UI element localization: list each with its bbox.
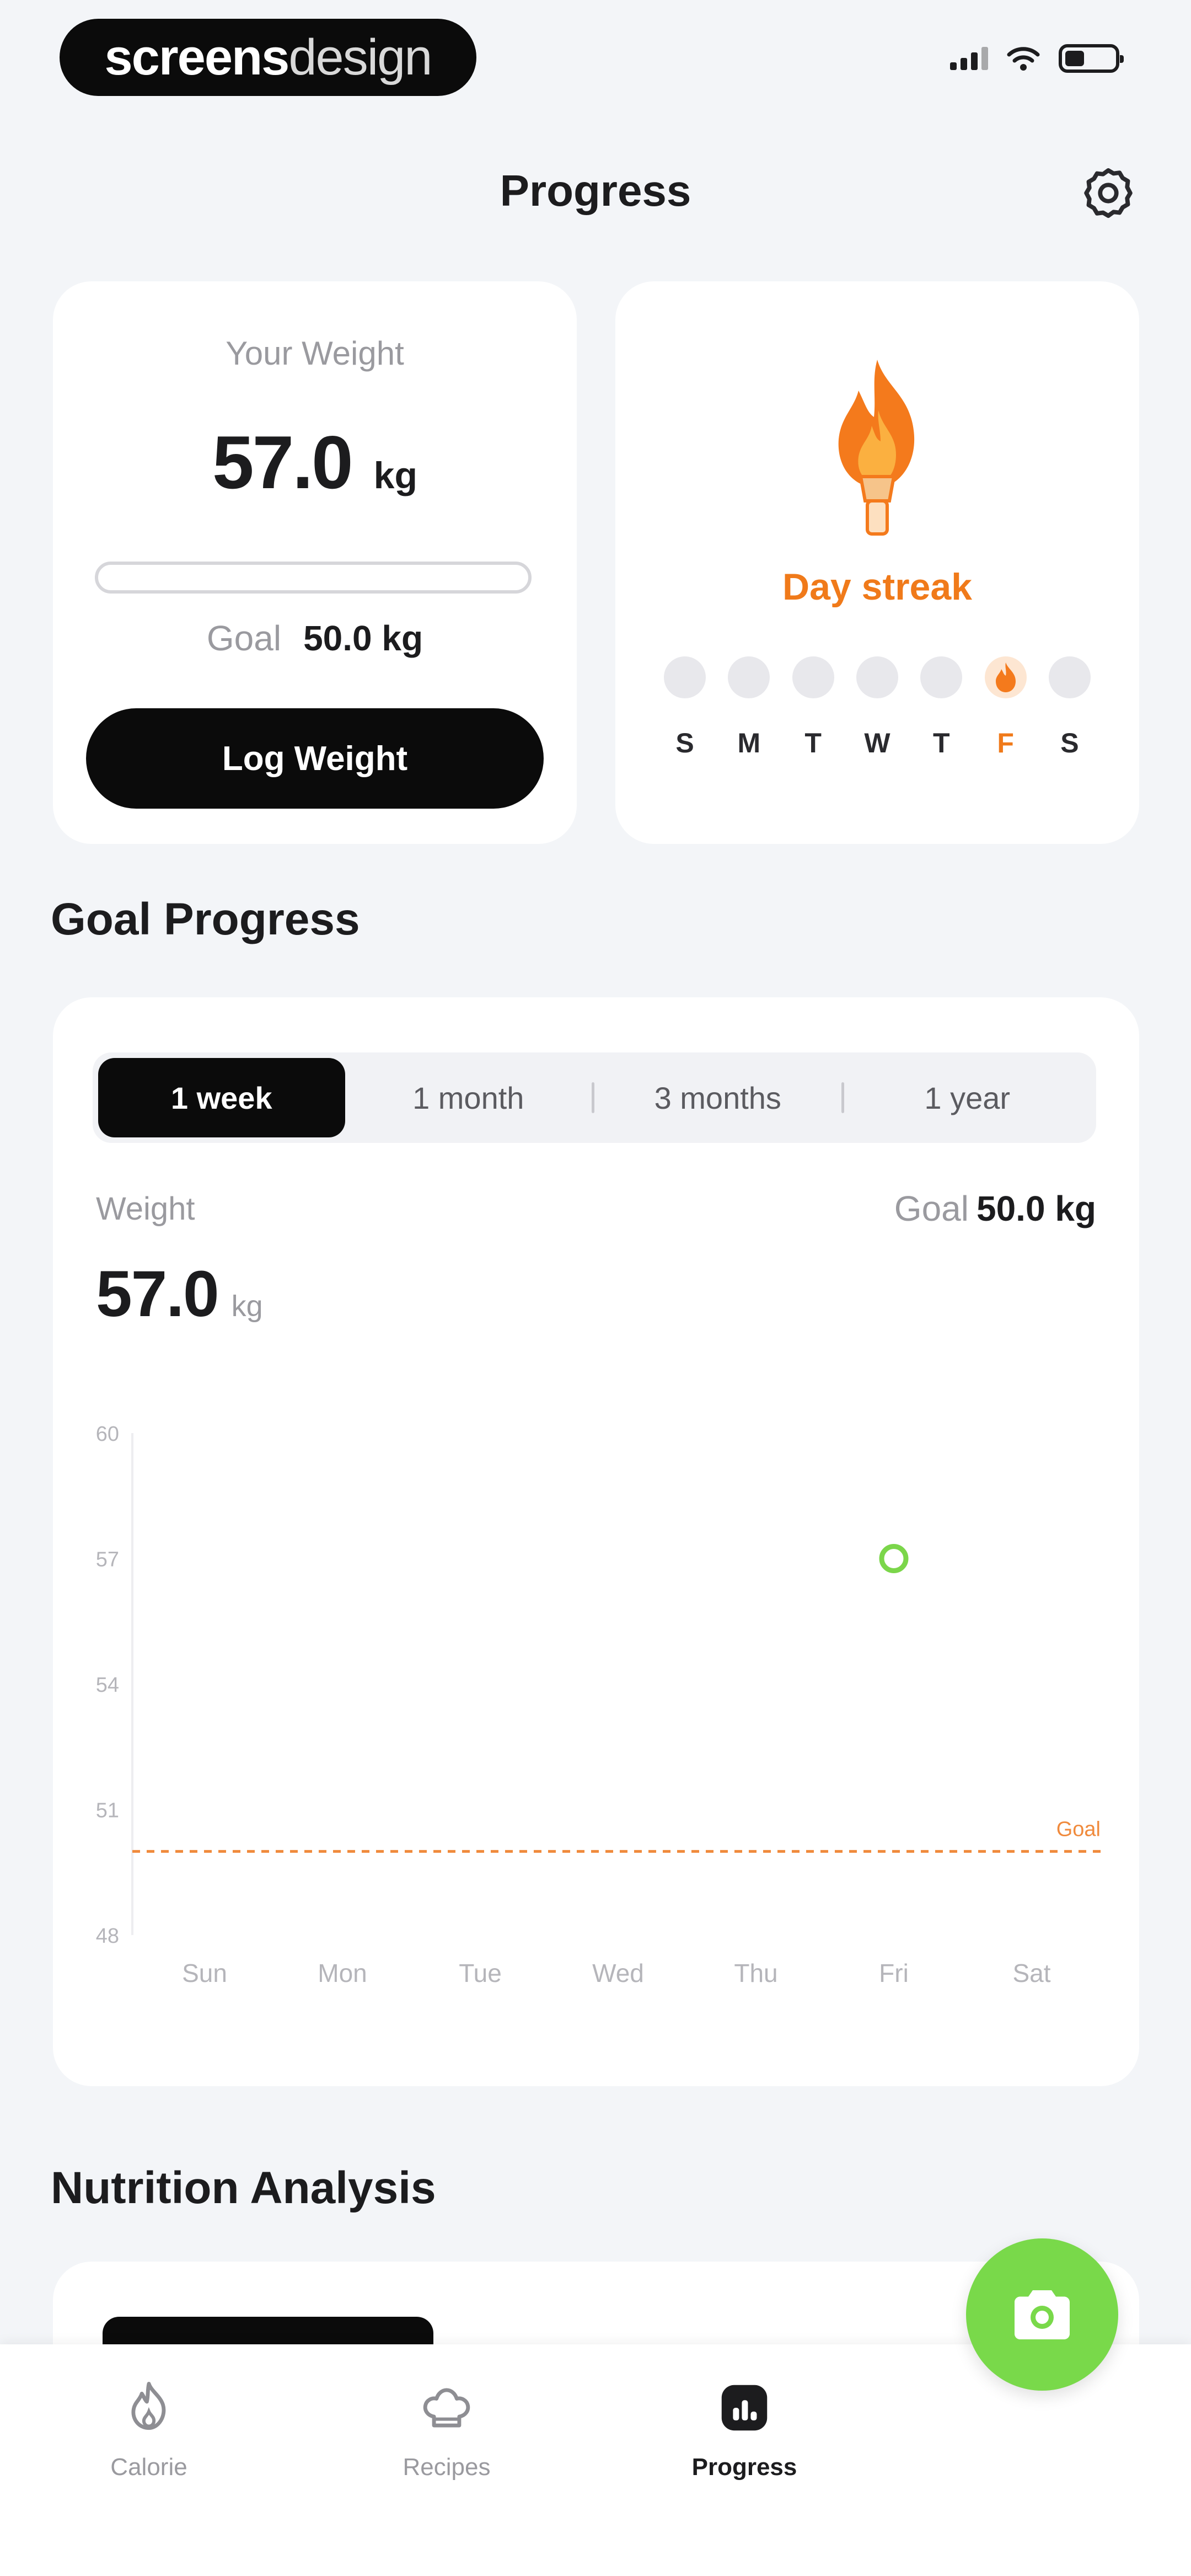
streak-day-active: F bbox=[983, 656, 1029, 759]
x-tick-label: Sun bbox=[182, 1959, 227, 1987]
chart-goal: Goal 50.0 kg bbox=[894, 1188, 1096, 1229]
tab-1-year[interactable]: 1 year bbox=[844, 1058, 1091, 1137]
y-tick-label: 51 bbox=[96, 1799, 119, 1823]
y-tick-label: 60 bbox=[96, 1423, 119, 1446]
goal-value: 50.0 kg bbox=[303, 618, 423, 658]
streak-day: S bbox=[662, 656, 708, 759]
nav-recipes[interactable]: Recipes bbox=[364, 2377, 529, 2481]
chef-hat-icon bbox=[423, 2388, 470, 2428]
streak-card: Day streak S M T W T F S bbox=[615, 281, 1139, 844]
y-tick-label: 54 bbox=[96, 1674, 119, 1697]
streak-day: S bbox=[1047, 656, 1093, 759]
streak-day: T bbox=[918, 656, 964, 759]
brand-watermark: screens design bbox=[60, 19, 476, 96]
nav-progress[interactable]: Progress bbox=[662, 2377, 827, 2481]
battery-icon bbox=[1059, 44, 1124, 73]
day-letter: M bbox=[737, 728, 761, 758]
tab-3-months[interactable]: 3 months bbox=[594, 1058, 841, 1137]
wifi-icon bbox=[1007, 47, 1040, 71]
day-dot bbox=[1048, 656, 1091, 698]
calorie-flame-icon bbox=[131, 2382, 166, 2430]
weight-progress-bar bbox=[95, 562, 532, 594]
chart-goal-value: 50.0 kg bbox=[976, 1189, 1096, 1228]
brand-text-light: design bbox=[288, 29, 432, 85]
day-dot bbox=[664, 656, 706, 698]
data-point bbox=[879, 1544, 909, 1573]
nutrition-analysis-title: Nutrition Analysis bbox=[51, 2163, 436, 2213]
day-letter: S bbox=[675, 728, 694, 758]
progress-screen: screens design Progress Your Weight 57.0 k… bbox=[0, 0, 1191, 2576]
day-dot bbox=[792, 656, 834, 698]
camera-icon bbox=[1015, 2290, 1070, 2339]
day-dot bbox=[728, 656, 770, 698]
streak-day: T bbox=[790, 656, 836, 759]
tab-1-week[interactable]: 1 week bbox=[98, 1058, 345, 1137]
brand-text-bold: screens bbox=[104, 29, 290, 85]
x-tick-label: Thu bbox=[734, 1959, 777, 1987]
weight-card: Your Weight 57.0 kg Goal 50.0 kg Log Weigh… bbox=[53, 281, 577, 844]
gear-icon bbox=[1084, 168, 1133, 218]
small-flame-icon bbox=[995, 662, 1016, 692]
camera-fab-button[interactable] bbox=[966, 2238, 1118, 2391]
nav-calorie-label: Calorie bbox=[110, 2454, 187, 2481]
streak-day: W bbox=[854, 656, 900, 759]
page-title: Progress bbox=[500, 166, 691, 215]
chart-weight-value: 57.0 kg bbox=[96, 1257, 263, 1332]
chart-weight-number: 57.0 bbox=[96, 1258, 219, 1330]
day-letter-active: F bbox=[997, 728, 1014, 758]
chart-weight-unit: kg bbox=[231, 1290, 263, 1323]
day-dot bbox=[920, 656, 963, 698]
log-weight-button[interactable]: Log Weight bbox=[86, 708, 544, 809]
goal-label: Goal bbox=[206, 618, 282, 658]
x-tick-label: Mon bbox=[318, 1959, 367, 1987]
tab-1-month[interactable]: 1 month bbox=[345, 1058, 592, 1137]
weight-unit: kg bbox=[373, 455, 418, 496]
goal-progress-card: 1 week 1 month 3 months 1 year Weight Go… bbox=[53, 997, 1139, 2086]
weight-chart: 48 51 54 57 60 Sun Mon Tue Wed Thu Fri Sat Goal bbox=[96, 1423, 1101, 1987]
flame-torch-icon bbox=[838, 360, 915, 536]
progress-chart-icon bbox=[721, 2385, 768, 2431]
status-icons bbox=[950, 44, 1124, 73]
day-letter: T bbox=[804, 728, 822, 758]
y-tick-label: 48 bbox=[96, 1925, 119, 1948]
day-letter: S bbox=[1060, 728, 1079, 758]
streak-week: S M T W T F S bbox=[662, 656, 1093, 759]
range-tabs: 1 week 1 month 3 months 1 year bbox=[93, 1052, 1096, 1143]
x-tick-label: Fri bbox=[879, 1959, 909, 1987]
nav-recipes-label: Recipes bbox=[403, 2454, 491, 2481]
weight-value: 57.0 kg bbox=[53, 419, 577, 505]
day-dot-active bbox=[984, 656, 1027, 698]
nav-calorie[interactable]: Calorie bbox=[66, 2377, 232, 2481]
goal-line-label: Goal bbox=[1056, 1818, 1101, 1841]
x-tick-label: Wed bbox=[592, 1959, 644, 1987]
day-dot bbox=[856, 656, 898, 698]
day-letter: T bbox=[933, 728, 950, 758]
settings-button[interactable] bbox=[1075, 160, 1141, 226]
weight-label: Your Weight bbox=[226, 335, 404, 372]
weight-goal: Goal 50.0 kg bbox=[53, 618, 577, 659]
y-tick-label: 57 bbox=[96, 1548, 119, 1572]
day-letter: W bbox=[864, 728, 890, 758]
streak-day: M bbox=[726, 656, 772, 759]
x-tick-label: Tue bbox=[459, 1959, 502, 1987]
nav-progress-label: Progress bbox=[691, 2454, 797, 2481]
goal-progress-title: Goal Progress bbox=[51, 894, 360, 944]
chart-weight-label: Weight bbox=[96, 1191, 195, 1227]
signal-icon bbox=[950, 47, 988, 70]
weight-number: 57.0 bbox=[212, 420, 353, 504]
streak-title: Day streak bbox=[782, 566, 973, 608]
chart-goal-label: Goal bbox=[894, 1189, 969, 1228]
x-tick-label: Sat bbox=[1012, 1959, 1050, 1987]
